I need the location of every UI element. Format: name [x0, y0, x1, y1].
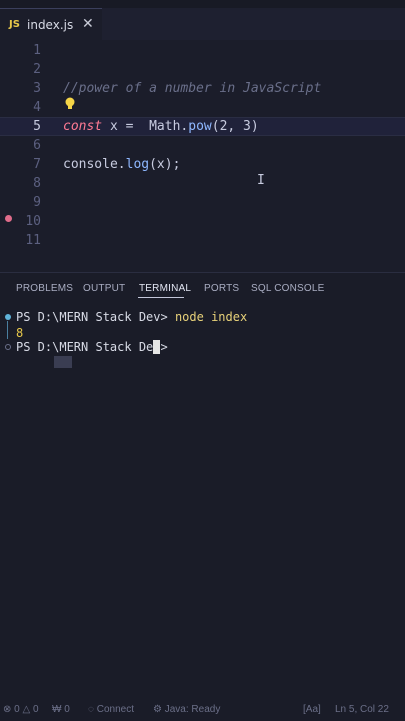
terminal-cursor: [153, 340, 160, 354]
terminal-prompt[interactable]: PS D:\MERN Stack Dev>: [16, 340, 175, 354]
ports-indicator[interactable]: ₩ 0: [52, 704, 70, 715]
terminal-selection: [54, 356, 72, 368]
breakpoint-icon[interactable]: [5, 215, 12, 222]
tab-index-js[interactable]: JS index.js ✕: [0, 8, 102, 40]
line-number: 7: [33, 157, 41, 172]
editor-tab-strip: JS index.js ✕: [0, 8, 405, 41]
line-number: 1: [33, 43, 41, 58]
command-pending-icon[interactable]: [5, 344, 11, 350]
command-success-icon[interactable]: [5, 314, 11, 320]
line-number: 8: [33, 176, 41, 191]
title-bar: [0, 0, 405, 8]
tab-ports[interactable]: PORTS: [204, 283, 239, 294]
tab-filename: index.js: [27, 18, 74, 32]
code-statement: console.log(x);: [63, 157, 181, 172]
code-line: 9: [0, 194, 405, 213]
line-number: 11: [25, 233, 41, 248]
code-line: 8: [0, 175, 405, 194]
code-comment: //power of a number in JavaScript: [63, 81, 322, 96]
case-indicator[interactable]: [Aa]: [303, 704, 321, 715]
code-statement: const x = Math.pow(2, 3): [63, 119, 259, 134]
code-line-active: 5 const x = Math.pow(2, 3): [0, 117, 405, 136]
code-line: 7 console.log(x);: [0, 156, 405, 175]
code-line: 11: [0, 232, 405, 251]
terminal-line: PS D:\MERN Stack Dev> node index: [16, 310, 248, 324]
problems-indicator[interactable]: ⊗ 0 △ 0: [3, 704, 39, 715]
connect-button[interactable]: ◌ Connect: [88, 704, 134, 715]
status-bar: ⊗ 0 △ 0 ₩ 0 ◌ Connect ⚙ Java: Ready [Aa]…: [0, 700, 405, 720]
code-line: 3 //power of a number in JavaScript: [0, 80, 405, 99]
code-line: 6: [0, 137, 405, 156]
line-number: 9: [33, 195, 41, 210]
text-cursor-icon: I: [257, 173, 265, 188]
code-line: 2: [0, 61, 405, 80]
cursor-position[interactable]: Ln 5, Col 22: [335, 704, 389, 715]
active-tab-indicator: [138, 297, 184, 298]
tab-sql-console[interactable]: SQL CONSOLE: [251, 283, 325, 294]
tab-output[interactable]: OUTPUT: [83, 283, 125, 294]
terminal-output: 8: [16, 326, 24, 340]
java-status[interactable]: ⚙ Java: Ready: [153, 704, 220, 715]
code-line: 10: [0, 213, 405, 232]
line-number: 3: [33, 81, 41, 96]
tab-problems[interactable]: PROBLEMS: [16, 283, 73, 294]
javascript-icon: JS: [9, 19, 20, 30]
code-line: 4: [0, 99, 405, 118]
line-number: 6: [33, 138, 41, 153]
code-editor[interactable]: 1 2 3 //power of a number in JavaScript …: [0, 40, 405, 272]
line-number: 5: [33, 119, 41, 134]
tab-terminal[interactable]: TERMINAL: [139, 283, 191, 294]
line-number: 4: [33, 100, 41, 115]
lightbulb-icon[interactable]: [64, 97, 76, 111]
line-number: 2: [33, 62, 41, 77]
command-gutter: [7, 321, 8, 339]
close-icon[interactable]: ✕: [82, 16, 94, 32]
code-line: 1: [0, 42, 405, 61]
line-number: 10: [25, 214, 41, 229]
